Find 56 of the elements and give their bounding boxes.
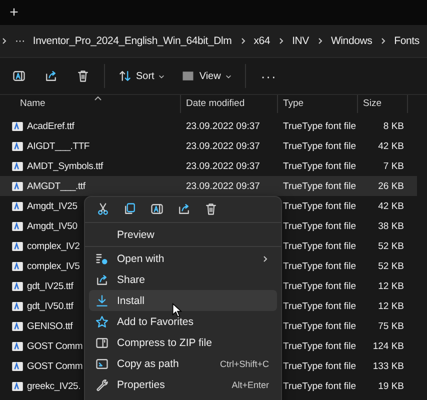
size-cell-text: 133 KB — [372, 360, 405, 372]
size-cell-text: 75 KB — [377, 320, 405, 332]
file-name: AIGDT___.TTF — [27, 140, 90, 152]
type-cell-text: TrueType font file — [282, 260, 358, 272]
file-name: AMGDT___.ttf — [27, 180, 86, 192]
type-cell-text: TrueType font file — [282, 240, 358, 252]
type-cell-text: TrueType font file — [282, 120, 358, 132]
menu-label: Preview — [117, 228, 154, 240]
date-cell-text: 23.09.2022 09:37 — [185, 140, 261, 152]
size-cell-text: 124 KB — [372, 340, 405, 352]
type-cell-text: TrueType font file — [282, 220, 358, 232]
file-name: Amgdt_IV50 — [27, 220, 78, 232]
shortcut-text: Ctrl+Shift+C — [220, 358, 269, 368]
menu-label: Compress to ZIP file — [117, 336, 212, 348]
type-cell-text: TrueType font file — [282, 140, 358, 152]
menu-label: Open with — [117, 252, 164, 264]
date-cell-text: 23.09.2022 09:37 — [185, 160, 261, 172]
type-cell-text: TrueType font file — [282, 280, 358, 292]
size-cell-text: 42 KB — [377, 200, 405, 212]
type-cell-text: TrueType font file — [282, 320, 358, 332]
file-name: AcadEref.ttf — [27, 120, 74, 132]
menu-label: Share — [117, 274, 146, 286]
menu-label: Properties — [117, 378, 165, 390]
size-cell-text: 7 KB — [382, 160, 405, 172]
file-name: gdt_IV50.ttf — [27, 300, 74, 312]
shortcut-text: Alt+Enter — [232, 380, 269, 390]
menu-label: Copy as path — [117, 358, 179, 370]
type-cell-text: TrueType font file — [282, 160, 358, 172]
date-cell-text: 23.09.2022 09:37 — [185, 120, 261, 132]
file-name: gdt_IV25.ttf — [27, 280, 74, 292]
type-cell-text: TrueType font file — [282, 300, 358, 312]
type-cell-text: TrueType font file — [282, 340, 358, 352]
file-name: GOST Comm — [27, 360, 83, 372]
menu-label: Install — [117, 294, 144, 306]
type-cell-text: TrueType font file — [282, 180, 358, 192]
size-cell-text: 8 KB — [382, 120, 405, 132]
size-cell-text: 52 KB — [377, 240, 405, 252]
file-name: AMDT_Symbols.ttf — [27, 160, 103, 172]
file-name: complex_IV5 — [27, 260, 80, 272]
file-name: GOST Comm — [27, 340, 83, 352]
file-name: greekc_IV25. — [27, 380, 81, 392]
size-cell-text: 12 KB — [377, 280, 405, 292]
type-cell-text: TrueType font file — [282, 360, 358, 372]
size-cell-text: 52 KB — [377, 260, 405, 272]
date-cell-text: 23.09.2022 09:37 — [185, 180, 261, 192]
size-cell-text: 42 KB — [377, 140, 405, 152]
file-name: GENISO.ttf — [27, 320, 73, 332]
file-name: Amgdt_IV25 — [27, 200, 78, 212]
type-cell-text: TrueType font file — [282, 380, 358, 392]
size-cell-text: 12 KB — [377, 300, 405, 312]
file-name: complex_IV2 — [27, 240, 80, 252]
type-cell-text: TrueType font file — [282, 200, 358, 212]
size-cell-text: 19 KB — [377, 380, 405, 392]
size-cell-text: 26 KB — [377, 180, 405, 192]
menu-label: Add to Favorites — [117, 316, 194, 328]
size-cell-text: 38 KB — [377, 220, 405, 232]
